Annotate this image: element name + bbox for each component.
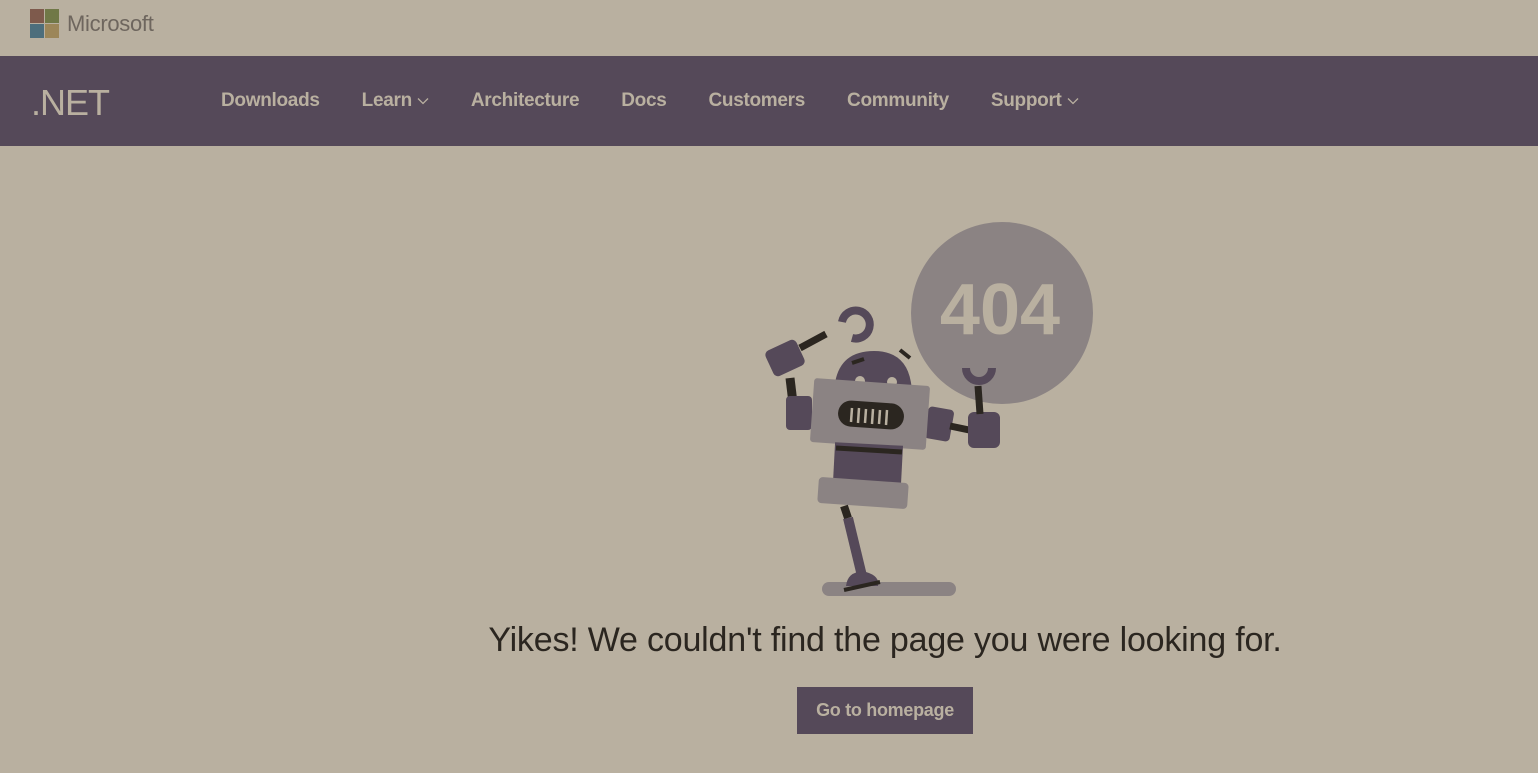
chevron-down-icon: [417, 98, 429, 105]
robot-leg: [840, 504, 881, 592]
nav-item-label: Customers: [708, 90, 806, 111]
nav-item-label: Community: [847, 90, 949, 111]
chevron-down-icon: [1067, 98, 1079, 105]
microsoft-header: Microsoft: [0, 0, 1538, 56]
nav-item-learn[interactable]: Learn: [362, 90, 429, 112]
nav-menu: Downloads Learn Architecture Docs Custom…: [221, 56, 1121, 146]
nav-item-label: Architecture: [470, 90, 580, 111]
nav-item-label: Downloads: [221, 90, 320, 111]
nav-item-support[interactable]: Support: [991, 90, 1079, 112]
microsoft-logo[interactable]: Microsoft: [30, 9, 154, 38]
nav-item-label: Support: [990, 90, 1062, 111]
robot-404-illustration: 404: [765, 222, 1093, 596]
robot-torso: [810, 378, 930, 509]
go-to-homepage-button[interactable]: Go to homepage: [797, 687, 973, 734]
nav-item-label: Learn: [361, 90, 413, 111]
top-navigation: .NET Downloads Learn Architecture Docs C…: [0, 56, 1538, 146]
microsoft-wordmark: Microsoft: [67, 10, 154, 36]
error-code: 404: [940, 270, 1060, 350]
nav-item-customers[interactable]: Customers: [708, 90, 805, 112]
microsoft-squares-icon: [30, 9, 59, 38]
nav-item-label: Docs: [621, 90, 667, 111]
error-page-content: 404 Yikes! We couldn't find the page you…: [0, 146, 1538, 773]
robot-shadow: [822, 582, 956, 596]
nav-item-architecture[interactable]: Architecture: [470, 90, 580, 112]
nav-item-downloads[interactable]: Downloads: [221, 90, 320, 112]
nav-item-docs[interactable]: Docs: [621, 90, 667, 112]
dotnet-brand-link[interactable]: .NET: [31, 82, 110, 124]
nav-item-community[interactable]: Community: [847, 90, 949, 112]
error-message: Yikes! We couldn't find the page you wer…: [488, 621, 1282, 659]
